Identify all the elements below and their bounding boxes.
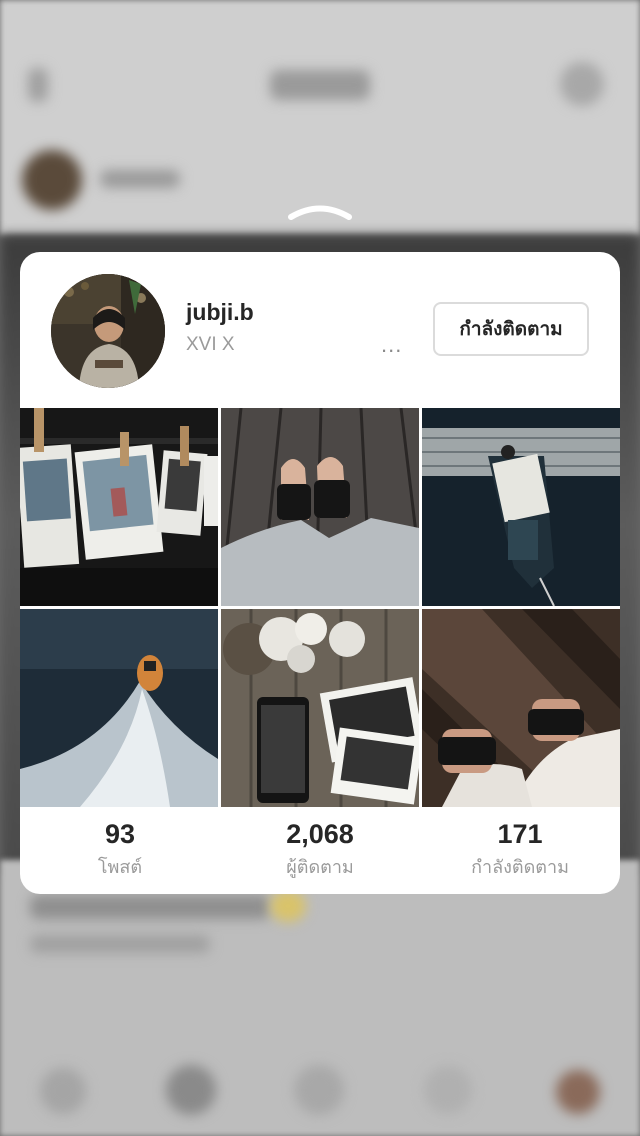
stat-followers[interactable]: 2,068 ผู้ติดตาม (220, 818, 420, 881)
more-options-button[interactable]: ... (381, 332, 402, 358)
followers-label: ผู้ติดตาม (286, 857, 354, 878)
username[interactable]: jubji.b (186, 299, 254, 326)
following-button[interactable]: กำลังติดตาม (433, 302, 589, 356)
blurred-back-icon (28, 68, 48, 102)
profile-stats: 93 โพสต์ 2,068 ผู้ติดตาม 171 กำลังติดตาม (20, 808, 620, 894)
blurred-emoji (270, 890, 306, 922)
following-label: กำลังติดตาม (471, 857, 569, 878)
post-thumbnail-3[interactable] (422, 408, 620, 606)
blurred-tab-home (40, 1068, 86, 1114)
following-count: 171 (497, 819, 543, 849)
blurred-tab-activity (424, 1066, 472, 1114)
post-thumbnail-1[interactable] (20, 408, 218, 606)
chevron-up-icon (288, 205, 352, 220)
avatar[interactable] (51, 274, 165, 388)
blurred-tab-search (166, 1065, 216, 1115)
profile-preview-card[interactable]: jubji.b XVI X ... กำลังติดตาม 93 โพสต์ 2… (20, 252, 620, 894)
blurred-comment (30, 935, 210, 953)
posts-count: 93 (104, 819, 136, 849)
blurred-tab-add (294, 1065, 344, 1115)
followers-count: 2,068 (286, 819, 354, 849)
stat-following[interactable]: 171 กำลังติดตาม (420, 818, 620, 881)
full-name: XVI X (186, 334, 235, 355)
blurred-caption (30, 895, 270, 919)
blurred-menu-icon (560, 62, 604, 106)
post-thumbnail-2[interactable] (221, 408, 419, 606)
blurred-tab-profile (556, 1070, 600, 1114)
blurred-title (270, 70, 370, 100)
post-thumbnail-4[interactable] (20, 609, 218, 807)
post-thumbnail-6[interactable] (422, 609, 620, 807)
blurred-avatar (22, 150, 82, 210)
blurred-username (100, 170, 180, 188)
posts-label: โพสต์ (97, 857, 143, 878)
post-thumbnail-5[interactable] (221, 609, 419, 807)
profile-header: jubji.b XVI X ... กำลังติดตาม (20, 252, 620, 408)
post-grid (20, 408, 620, 808)
stat-posts[interactable]: 93 โพสต์ (20, 818, 220, 881)
